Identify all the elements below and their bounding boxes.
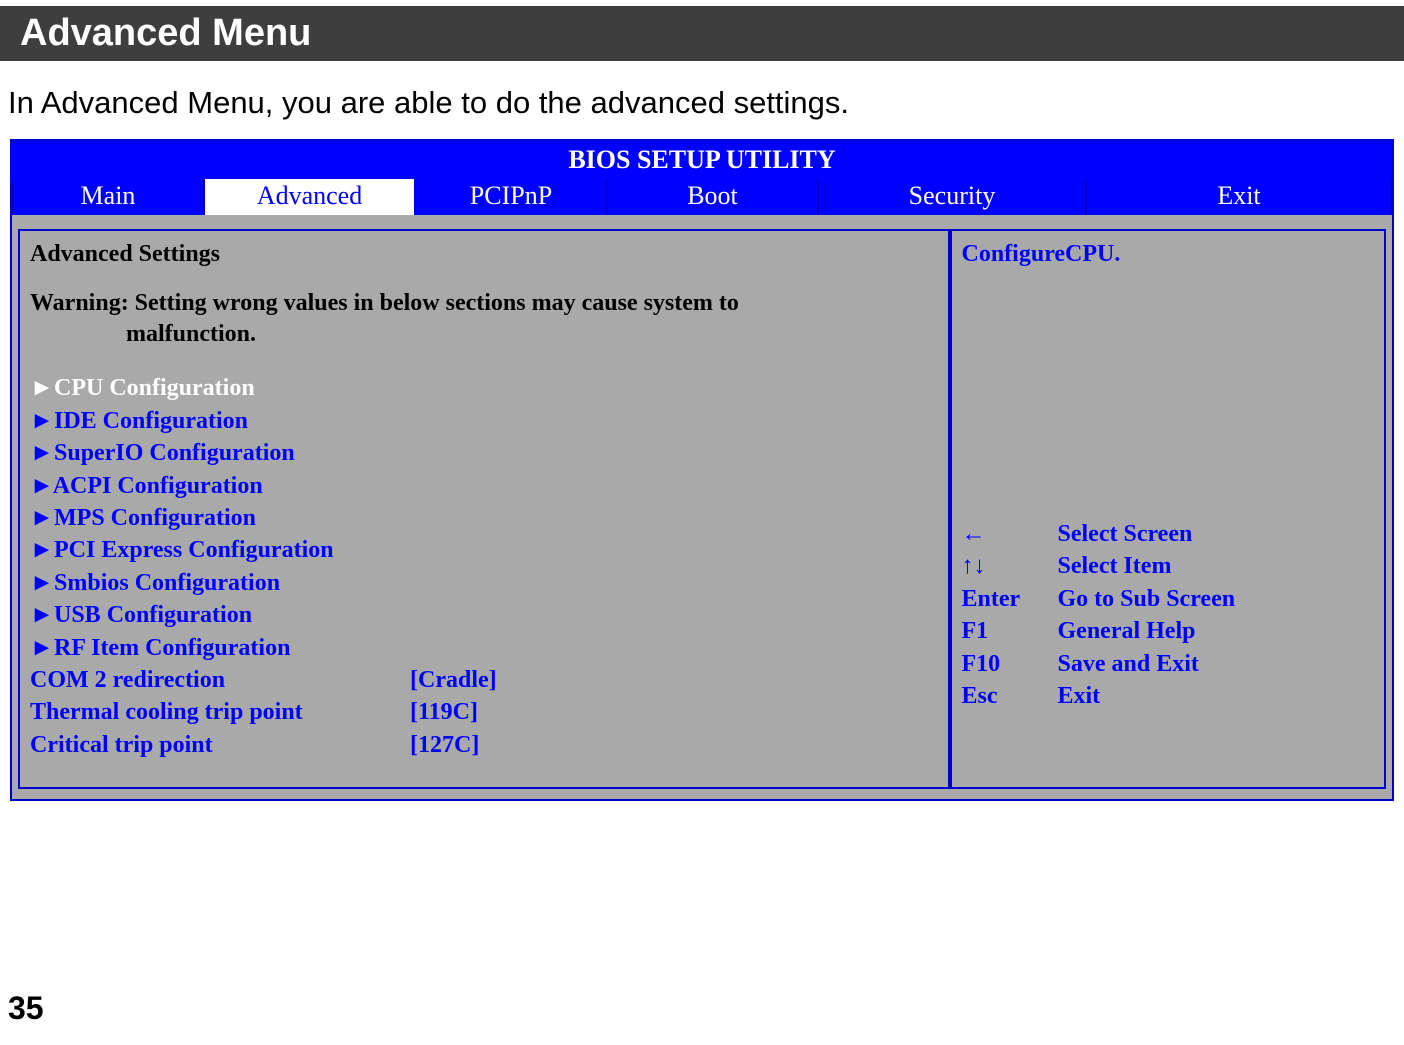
warning-line-1: Warning: Setting wrong values in below s…: [30, 290, 739, 316]
help-action: Select Item: [1058, 553, 1172, 579]
submenu-list: ► CPU Configuration ► IDE Configuration …: [30, 372, 938, 664]
triangle-right-icon: ►: [30, 632, 48, 664]
bios-body: Advanced Settings Warning: Setting wrong…: [18, 229, 1386, 789]
submenu-label: CPU Configuration: [54, 375, 255, 401]
tab-main[interactable]: Main: [12, 179, 204, 215]
help-row: Enter Go to Sub Screen: [962, 583, 1375, 615]
submenu-acpi-configuration[interactable]: ► ACPI Configuration: [30, 470, 938, 502]
setting-value: [Cradle]: [410, 664, 497, 696]
setting-value: [119C]: [410, 696, 478, 728]
page-title: Advanced Menu: [20, 12, 1384, 55]
help-key: Esc: [962, 680, 1052, 712]
submenu-label: IDE Configuration: [54, 408, 248, 434]
submenu-label: MPS Configuration: [54, 505, 256, 531]
submenu-label: PCI Express Configuration: [54, 537, 334, 563]
help-panel: ConfigureCPU. ← Select Screen ↑↓ Select …: [950, 229, 1387, 789]
help-key: ↑↓: [962, 550, 1052, 582]
help-action: Go to Sub Screen: [1058, 586, 1236, 612]
tab-exit[interactable]: Exit: [1086, 179, 1392, 215]
triangle-right-icon: ►: [30, 599, 48, 631]
submenu-mps-configuration[interactable]: ► MPS Configuration: [30, 502, 938, 534]
submenu-label: ACPI Configuration: [53, 473, 263, 499]
setting-thermal-cooling-trip-point[interactable]: Thermal cooling trip point [119C]: [30, 696, 938, 728]
submenu-usb-configuration[interactable]: ► USB Configuration: [30, 599, 938, 631]
advanced-settings-panel: Advanced Settings Warning: Setting wrong…: [18, 229, 950, 789]
submenu-superio-configuration[interactable]: ► SuperIO Configuration: [30, 437, 938, 469]
section-description: In Advanced Menu, you are able to do the…: [0, 61, 1404, 139]
bios-tabs: Main Advanced PCIPnP Boot Security Exit: [12, 179, 1392, 215]
help-action: Save and Exit: [1058, 651, 1199, 677]
tab-pcipnp[interactable]: PCIPnP: [415, 179, 607, 215]
setting-label: COM 2 redirection: [30, 664, 410, 696]
warning-text: Warning: Setting wrong values in below s…: [30, 288, 938, 350]
page-container: Advanced Menu In Advanced Menu, you are …: [0, 6, 1404, 1045]
submenu-smbios-configuration[interactable]: ► Smbios Configuration: [30, 567, 938, 599]
tab-advanced[interactable]: Advanced: [204, 179, 415, 215]
triangle-right-icon: ►: [30, 405, 48, 437]
bios-title: BIOS SETUP UTILITY: [12, 141, 1392, 179]
help-row: F1 General Help: [962, 615, 1375, 647]
help-key: F1: [962, 615, 1052, 647]
navigation-help: ← Select Screen ↑↓ Select Item Enter Go …: [962, 518, 1375, 712]
help-row: ↑↓ Select Item: [962, 550, 1375, 582]
page-number: 35: [8, 990, 44, 1027]
warning-line-2: malfunction.: [30, 319, 938, 350]
help-key: F10: [962, 648, 1052, 680]
help-action: Select Screen: [1058, 521, 1193, 547]
submenu-label: Smbios Configuration: [54, 570, 280, 596]
triangle-right-icon: ►: [30, 534, 48, 566]
submenu-pci-express-configuration[interactable]: ► PCI Express Configuration: [30, 534, 938, 566]
submenu-rf-item-configuration[interactable]: ► RF Item Configuration: [30, 632, 938, 664]
submenu-label: RF Item Configuration: [54, 635, 290, 661]
setting-label: Critical trip point: [30, 729, 410, 761]
tab-boot[interactable]: Boot: [607, 179, 818, 215]
item-help-title: ConfigureCPU.: [962, 241, 1375, 268]
triangle-right-icon: ►: [30, 372, 48, 404]
setting-critical-trip-point[interactable]: Critical trip point [127C]: [30, 729, 938, 761]
help-row: ← Select Screen: [962, 518, 1375, 550]
setting-value: [127C]: [410, 729, 479, 761]
triangle-right-icon: ►: [30, 567, 48, 599]
help-action: Exit: [1058, 683, 1101, 709]
help-key: Enter: [962, 583, 1052, 615]
bios-utility: BIOS SETUP UTILITY Main Advanced PCIPnP …: [10, 139, 1394, 801]
submenu-ide-configuration[interactable]: ► IDE Configuration: [30, 405, 938, 437]
triangle-right-icon: ►: [30, 470, 48, 502]
help-row: Esc Exit: [962, 680, 1375, 712]
help-action: General Help: [1058, 618, 1196, 644]
panel-title: Advanced Settings: [30, 241, 938, 268]
setting-label: Thermal cooling trip point: [30, 696, 410, 728]
submenu-label: USB Configuration: [54, 602, 252, 628]
submenu-label: SuperIO Configuration: [54, 440, 295, 466]
triangle-right-icon: ►: [30, 437, 48, 469]
section-header: Advanced Menu: [0, 6, 1404, 61]
help-key: ←: [962, 518, 1052, 550]
tab-security[interactable]: Security: [818, 179, 1086, 215]
help-row: F10 Save and Exit: [962, 648, 1375, 680]
triangle-right-icon: ►: [30, 502, 48, 534]
submenu-cpu-configuration[interactable]: ► CPU Configuration: [30, 372, 938, 404]
setting-com2-redirection[interactable]: COM 2 redirection [Cradle]: [30, 664, 938, 696]
